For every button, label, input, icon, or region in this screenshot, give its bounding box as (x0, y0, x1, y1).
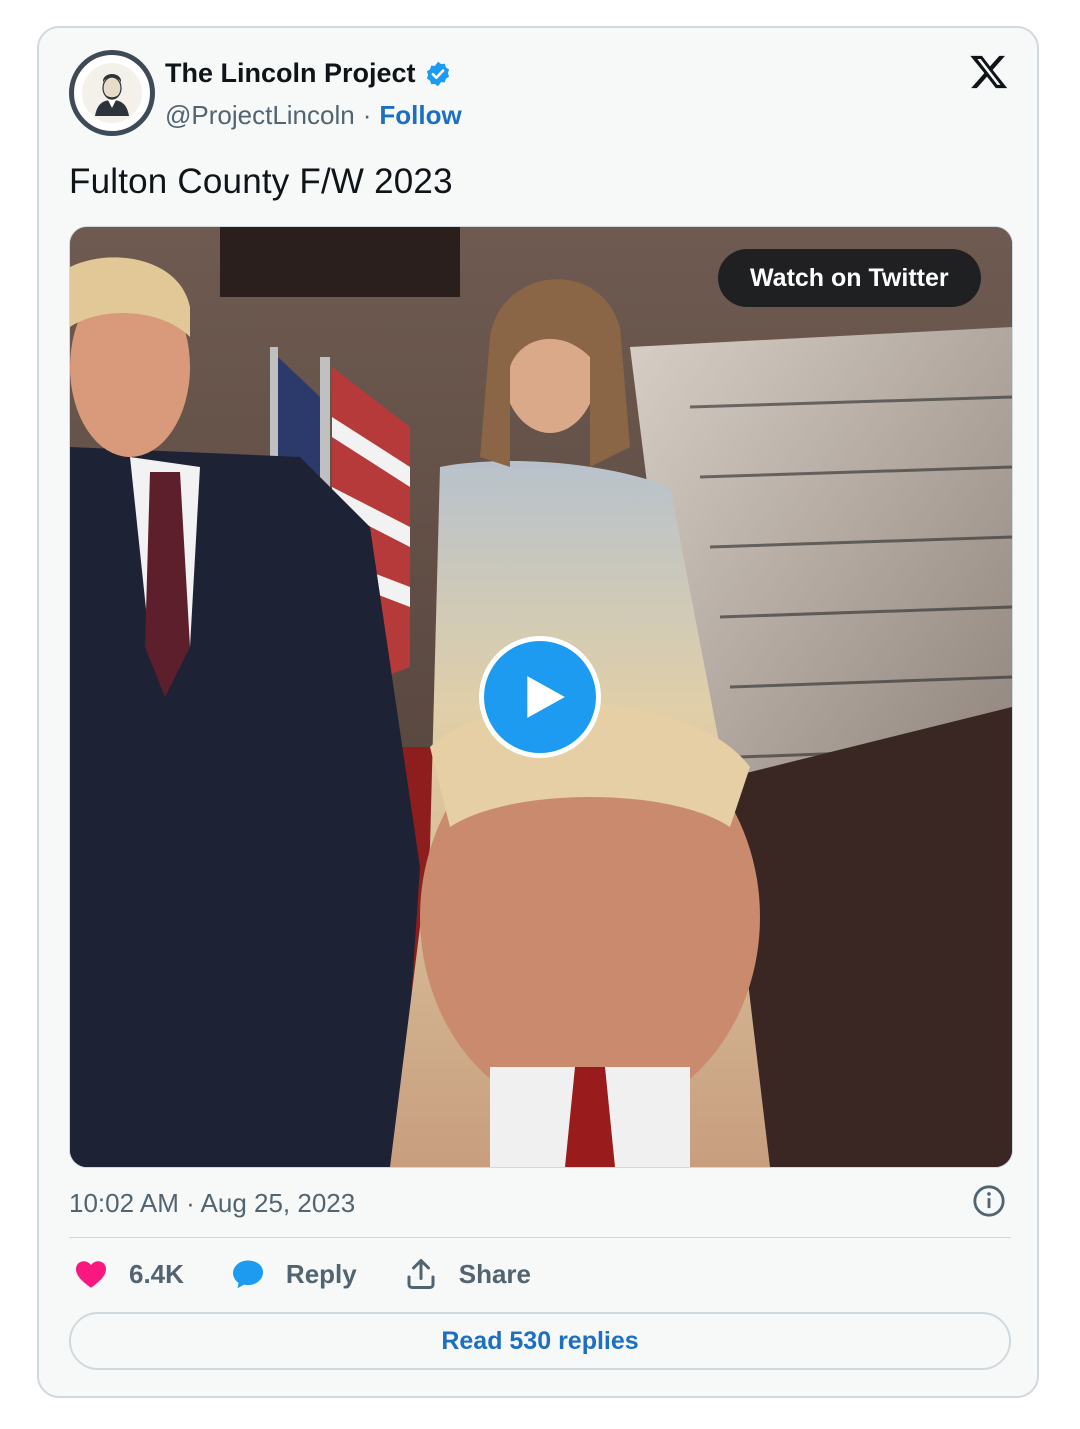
x-logo-icon[interactable] (969, 52, 1009, 92)
read-replies-button[interactable]: Read 530 replies (69, 1312, 1011, 1370)
share-upload-icon (407, 1259, 435, 1289)
tweet-text: Fulton County F/W 2023 (69, 162, 453, 201)
lincoln-portrait-icon (82, 63, 142, 123)
play-icon (527, 676, 565, 718)
watch-on-twitter-button[interactable]: Watch on Twitter (718, 249, 981, 307)
tweet-actions: 6.4K Reply Share (73, 1256, 577, 1292)
avatar[interactable] (69, 50, 155, 136)
author-name-row: The Lincoln Project (165, 58, 452, 89)
handle-separator: · (362, 100, 372, 130)
follow-link[interactable]: Follow (379, 100, 461, 131)
author-handle-row: @ProjectLincoln · Follow (165, 100, 462, 131)
share-button[interactable]: Share (403, 1256, 531, 1292)
divider (69, 1237, 1011, 1238)
tweet-card: The Lincoln Project @ProjectLincoln · Fo… (37, 26, 1039, 1398)
like-button[interactable]: 6.4K (73, 1256, 184, 1292)
heart-icon (76, 1261, 106, 1288)
play-button[interactable] (479, 636, 601, 758)
author-handle[interactable]: @ProjectLincoln (165, 100, 355, 131)
like-count: 6.4K (129, 1258, 184, 1289)
verified-badge-icon (424, 60, 452, 88)
share-label: Share (458, 1258, 531, 1289)
video-player[interactable]: Watch on Twitter (69, 226, 1013, 1168)
reply-label: Reply (285, 1258, 357, 1289)
tweet-timestamp[interactable]: 10:02 AM · Aug 25, 2023 (69, 1188, 355, 1219)
speech-bubble-icon (232, 1260, 263, 1289)
author-display-name[interactable]: The Lincoln Project (165, 58, 416, 89)
info-icon[interactable] (972, 1184, 1006, 1218)
reply-button[interactable]: Reply (230, 1256, 357, 1292)
